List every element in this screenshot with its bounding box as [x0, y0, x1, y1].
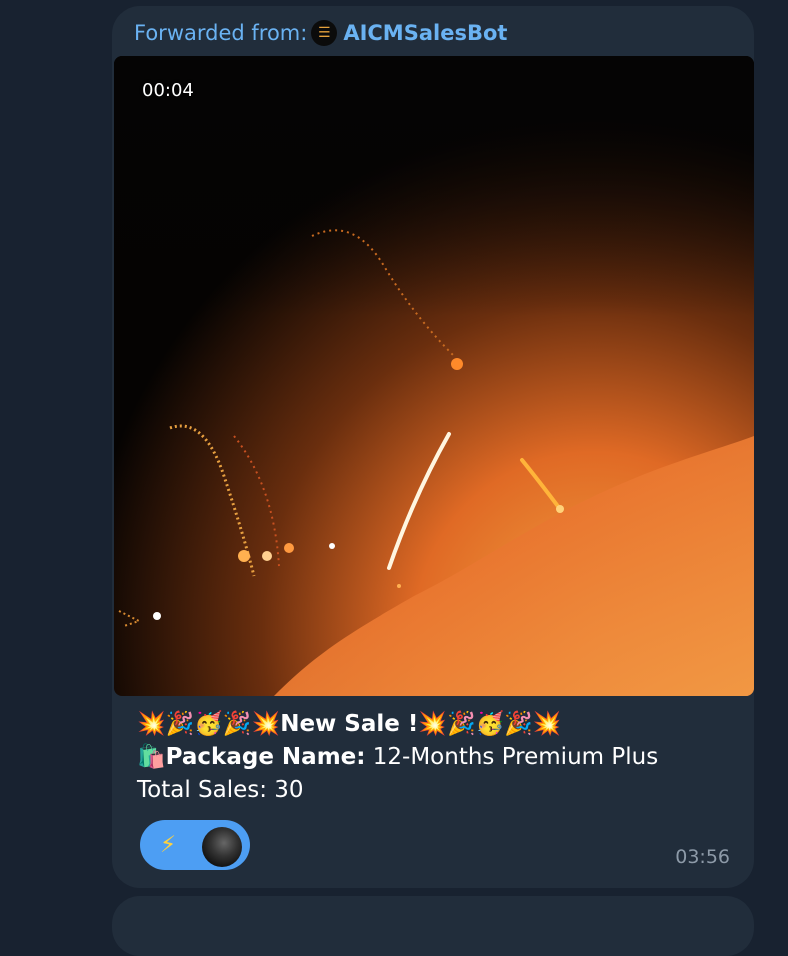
package-line: 🛍️Package Name: 12-Months Premium Plus — [137, 741, 737, 774]
emoji-row-right: 💥🎉🥳🎉💥 — [418, 711, 562, 737]
message-text: 💥🎉🥳🎉💥New Sale !💥🎉🥳🎉💥 🛍️Package Name: 12-… — [137, 708, 737, 807]
package-label: Package Name: — [165, 744, 366, 770]
sale-title: New Sale ! — [280, 711, 419, 737]
total-sales: Total Sales: 30 — [137, 777, 304, 803]
bot-avatar-icon[interactable]: ☰ — [311, 20, 338, 46]
shopping-bags-icon: 🛍️ — [137, 744, 166, 770]
package-value: 12-Months Premium Plus — [365, 744, 659, 770]
forward-source-link[interactable]: AICMSalesBot — [343, 21, 507, 45]
video-player[interactable]: 00:04 — [114, 56, 754, 696]
emoji-row-left: 💥🎉🥳🎉💥 — [137, 711, 281, 737]
next-message-bubble[interactable] — [112, 896, 754, 956]
message-time: 03:56 — [675, 846, 730, 868]
forward-header[interactable]: Forwarded from: ☰ AICMSalesBot — [134, 20, 507, 46]
video-frame — [114, 56, 754, 696]
lightning-icon: ⚡ — [160, 832, 177, 858]
title-line: 💥🎉🥳🎉💥New Sale !💥🎉🥳🎉💥 — [137, 708, 737, 741]
video-duration: 00:04 — [142, 80, 194, 101]
reactor-avatar — [202, 827, 242, 867]
forward-prefix: Forwarded from: — [134, 21, 308, 45]
message-bubble[interactable]: Forwarded from: ☰ AICMSalesBot 00:04 💥🎉🥳… — [112, 6, 754, 888]
reaction-chip[interactable]: ⚡ — [140, 820, 250, 870]
